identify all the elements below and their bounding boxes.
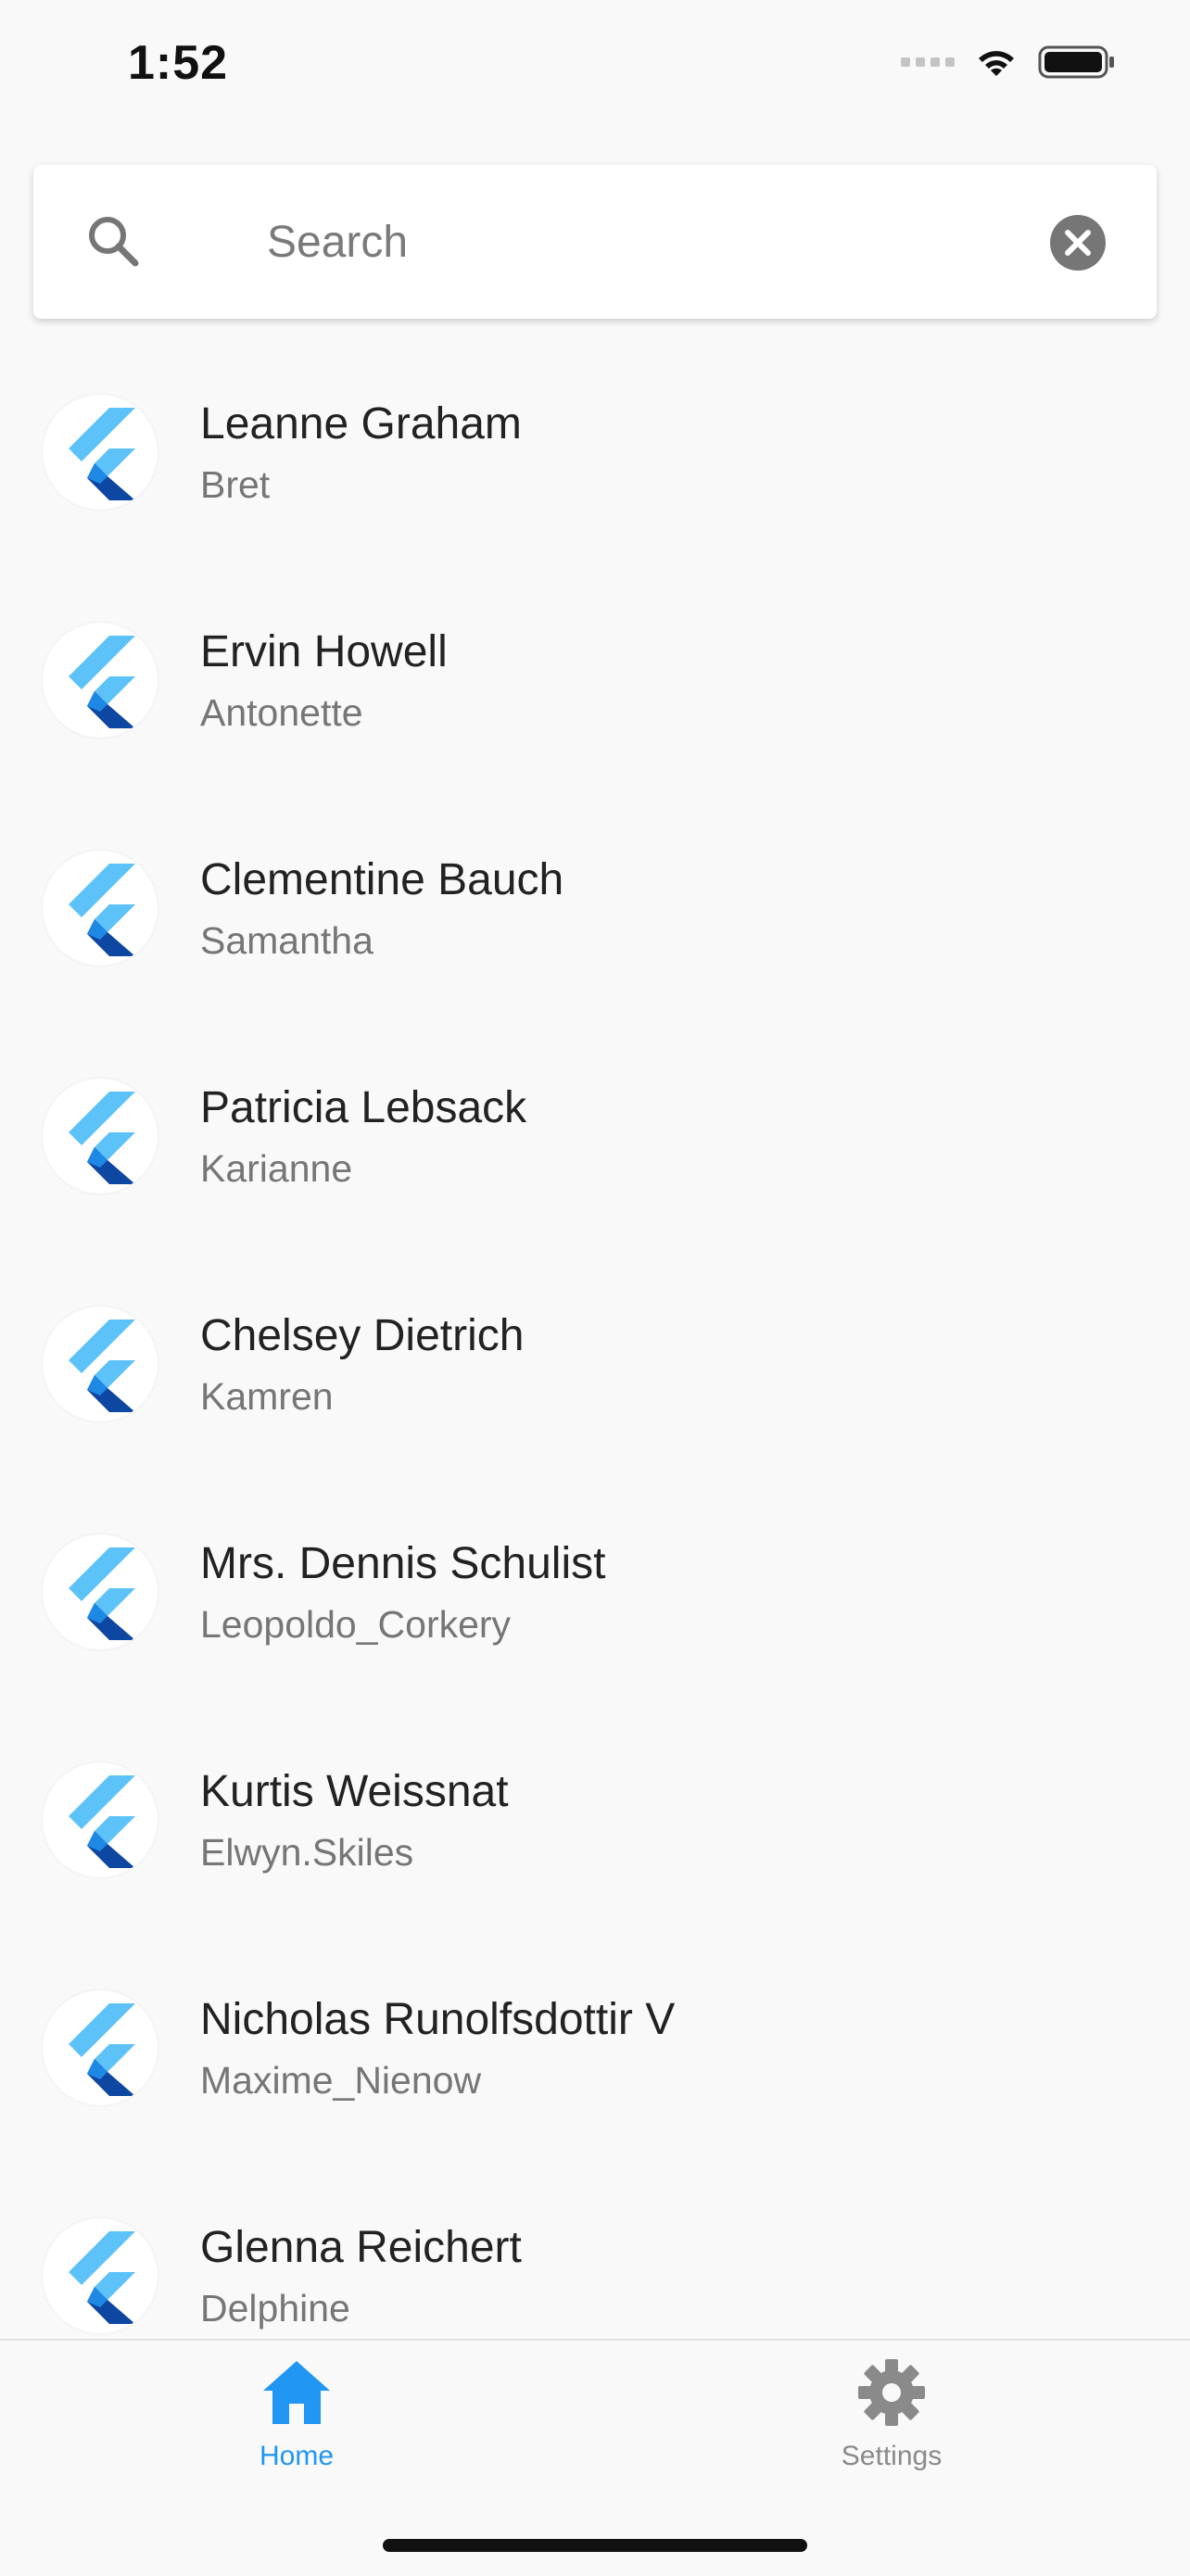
user-username: Karianne [200, 1147, 353, 1190]
user-name: Chelsey Dietrich [200, 1311, 525, 1360]
user-name: Leanne Graham [200, 399, 522, 448]
flutter-logo-icon [69, 636, 135, 728]
user-list-item[interactable]: Ervin Howell Antonette [0, 589, 1190, 817]
status-bar: 1:52 [0, 0, 1190, 139]
flutter-logo-icon [69, 1547, 135, 1640]
nav-label-settings: Settings [841, 2441, 943, 2471]
cellular-signal-icon [901, 57, 955, 67]
user-list-item[interactable]: Mrs. Dennis Schulist Leopoldo_Corkery [0, 1501, 1190, 1729]
flutter-logo-icon [69, 408, 135, 500]
nav-item-settings[interactable]: Settings [753, 2355, 1031, 2494]
user-username: Antonette [200, 691, 363, 734]
user-username: Bret [200, 463, 271, 506]
user-list: Leanne Graham Bret Ervin Howell Antonett… [0, 361, 1190, 2413]
nav-label-home: Home [259, 2441, 335, 2471]
search-bar [33, 165, 1157, 319]
user-list-item[interactable]: Leanne Graham Bret [0, 361, 1190, 589]
user-name: Ervin Howell [200, 627, 448, 676]
avatar [43, 851, 158, 966]
user-username: Elwyn.Skiles [200, 1831, 414, 1874]
user-username: Kamren [200, 1375, 334, 1418]
avatar [43, 1534, 158, 1649]
user-list-item[interactable]: Kurtis Weissnat Elwyn.Skiles [0, 1729, 1190, 1957]
flutter-logo-icon [69, 1092, 135, 1184]
home-icon [263, 2361, 330, 2424]
user-name: Kurtis Weissnat [200, 1767, 509, 1816]
avatar [43, 2218, 158, 2333]
user-username: Leopoldo_Corkery [200, 1603, 512, 1646]
home-indicator [383, 2539, 807, 2552]
flutter-logo-icon [69, 1775, 135, 1868]
user-list-item[interactable]: Patricia Lebsack Karianne [0, 1045, 1190, 1273]
flutter-logo-icon [69, 864, 135, 956]
flutter-logo-icon [69, 2231, 135, 2324]
flutter-logo-icon [69, 1320, 135, 1412]
search-icon [89, 217, 139, 267]
wifi-icon [979, 51, 1014, 76]
avatar [43, 1079, 158, 1193]
status-icons [901, 44, 1116, 80]
search-input[interactable] [234, 198, 1027, 285]
avatar [43, 623, 158, 738]
avatar [43, 395, 158, 510]
avatar [43, 1307, 158, 1421]
gear-icon [858, 2359, 925, 2426]
user-list-item[interactable]: Nicholas Runolfsdottir V Maxime_Nienow [0, 1957, 1190, 2185]
status-time: 1:52 [128, 36, 229, 90]
user-name: Glenna Reichert [200, 2223, 522, 2272]
user-username: Delphine [200, 2287, 350, 2330]
user-username: Samantha [200, 919, 373, 962]
avatar [43, 1990, 158, 2105]
user-name: Nicholas Runolfsdottir V [200, 1995, 676, 2044]
user-list-item[interactable]: Clementine Bauch Samantha [0, 817, 1190, 1045]
user-name: Clementine Bauch [200, 855, 564, 904]
user-username: Maxime_Nienow [200, 2059, 482, 2102]
user-list-item[interactable]: Chelsey Dietrich Kamren [0, 1273, 1190, 1501]
avatar [43, 1762, 158, 1877]
user-name: Mrs. Dennis Schulist [200, 1539, 606, 1588]
flutter-logo-icon [69, 2003, 135, 2096]
battery-icon [1038, 45, 1114, 79]
user-name: Patricia Lebsack [200, 1083, 527, 1132]
clear-search-icon[interactable] [1048, 213, 1108, 272]
nav-item-home[interactable]: Home [158, 2355, 436, 2494]
